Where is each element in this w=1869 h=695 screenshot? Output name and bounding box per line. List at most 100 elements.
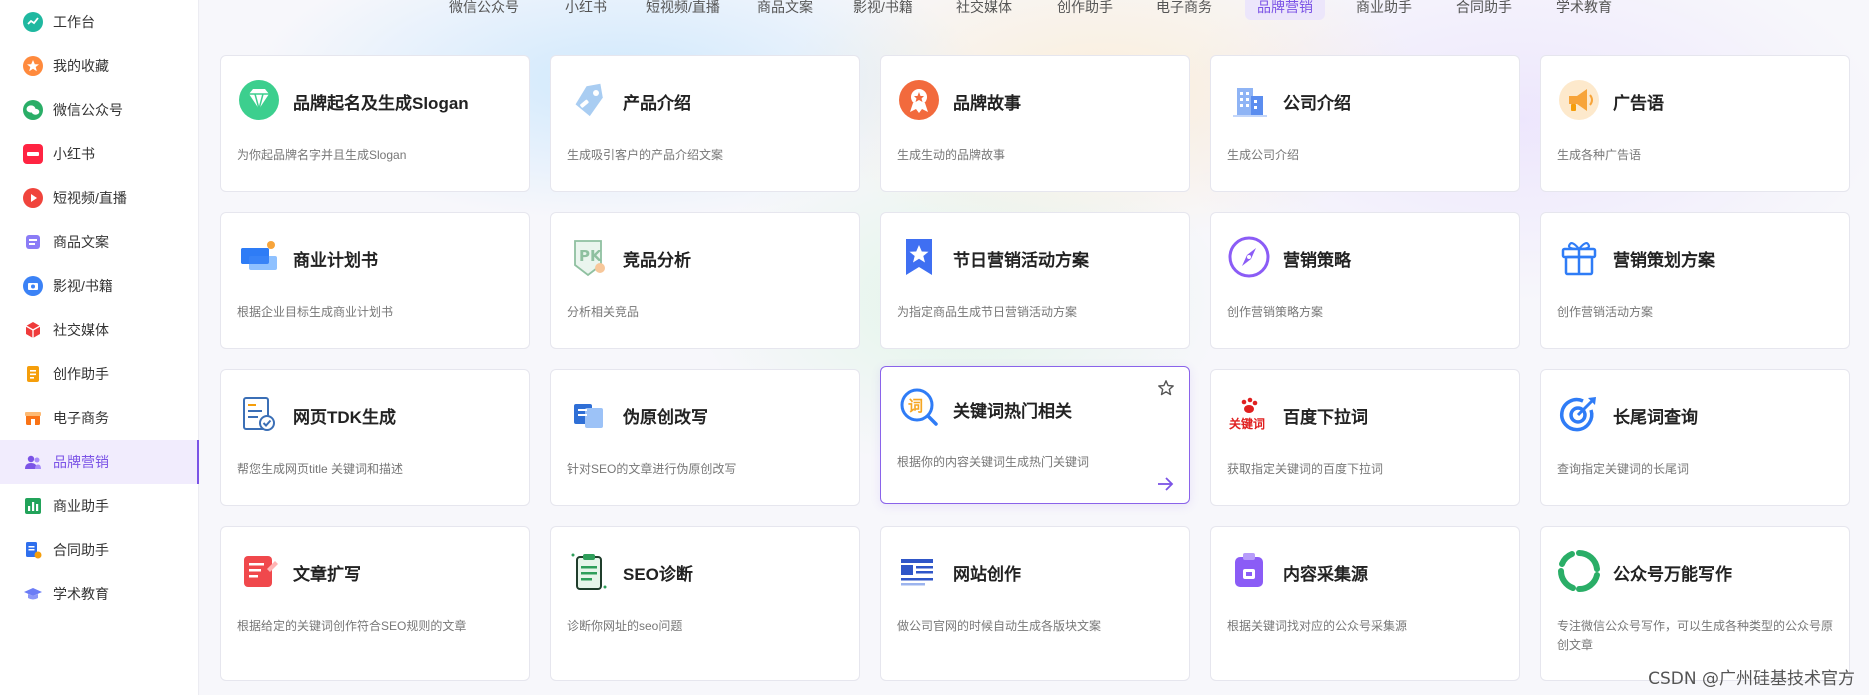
sidebar-item-label: 我的收藏 bbox=[53, 58, 109, 74]
card-description: 获取指定关键词的百度下拉词 bbox=[1227, 462, 1384, 476]
shop-icon bbox=[23, 408, 43, 428]
card-title: 竞品分析 bbox=[623, 251, 691, 270]
bar-chart-icon bbox=[23, 496, 43, 516]
card-description: 根据你的内容关键词生成热门关键词 bbox=[897, 455, 1090, 469]
svg-text:PK: PK bbox=[579, 247, 603, 265]
sidebar-item-business-assistant[interactable]: 商业助手 bbox=[0, 484, 199, 528]
users-icon bbox=[23, 452, 43, 472]
rewrite-icon bbox=[567, 392, 611, 436]
tool-card-long-tail-keywords[interactable]: 长尾词查询 查询指定关键词的长尾词 bbox=[1540, 369, 1850, 506]
sidebar-item-ecommerce[interactable]: 电子商务 bbox=[0, 396, 199, 440]
sidebar-item-short-video[interactable]: 短视频/直播 bbox=[0, 176, 199, 220]
search-word-icon: 词 bbox=[897, 385, 941, 429]
sidebar-item-label: 微信公众号 bbox=[53, 102, 123, 118]
tab-film-books[interactable]: 影视/书籍 bbox=[841, 0, 925, 20]
tool-card-marketing-strategy[interactable]: 营销策略 创作营销策略方案 bbox=[1210, 212, 1520, 349]
card-description: 根据给定的关键词创作符合SEO规则的文章 bbox=[237, 619, 467, 633]
sidebar-item-label: 短视频/直播 bbox=[53, 190, 127, 206]
wechat-write-icon bbox=[1557, 549, 1601, 593]
arrow-right-icon[interactable] bbox=[1155, 475, 1175, 493]
tab-ecommerce[interactable]: 电子商务 bbox=[1144, 0, 1224, 20]
tool-card-website-writing[interactable]: 网站创作 做公司官网的时候自动生成各版块文案 bbox=[880, 526, 1190, 681]
tab-short-video[interactable]: 短视频/直播 bbox=[634, 0, 732, 20]
card-description: 根据企业目标生成商业计划书 bbox=[237, 305, 394, 319]
tool-card-brand-story[interactable]: 品牌故事 生成生动的品牌故事 bbox=[880, 55, 1190, 192]
tool-card-brand-naming[interactable]: 品牌起名及生成Slogan 为你起品牌名字并且生成Slogan bbox=[220, 55, 530, 192]
tab-contract-assistant[interactable]: 合同助手 bbox=[1444, 0, 1524, 20]
card-description: 做公司官网的时候自动生成各版块文案 bbox=[897, 619, 1102, 633]
megaphone-icon bbox=[1557, 78, 1601, 122]
sidebar-item-label: 商业助手 bbox=[53, 498, 109, 514]
sidebar-item-social-media[interactable]: 社交媒体 bbox=[0, 308, 199, 352]
sidebar-item-wechat[interactable]: 微信公众号 bbox=[0, 88, 199, 132]
favorite-star-icon[interactable] bbox=[1157, 379, 1175, 397]
sidebar-item-label: 学术教育 bbox=[53, 586, 109, 602]
tool-card-tdk-generator[interactable]: 网页TDK生成 帮您生成网页title 关键词和描述 bbox=[220, 369, 530, 506]
target-icon bbox=[1557, 392, 1601, 436]
card-description: 针对SEO的文章进行伪原创改写 bbox=[567, 462, 737, 476]
card-description: 生成生动的品牌故事 bbox=[897, 148, 1006, 162]
tool-card-article-expansion[interactable]: 文章扩写 根据给定的关键词创作符合SEO规则的文章 bbox=[220, 526, 530, 681]
tab-creation-assistant[interactable]: 创作助手 bbox=[1045, 0, 1125, 20]
tool-card-business-plan[interactable]: 商业计划书 根据企业目标生成商业计划书 bbox=[220, 212, 530, 349]
tool-card-content-sources[interactable]: 内容采集源 根据关键词找对应的公众号采集源 bbox=[1210, 526, 1520, 681]
sidebar-item-workbench[interactable]: 工作台 bbox=[0, 0, 199, 44]
sidebar-item-film-books[interactable]: 影视/书籍 bbox=[0, 264, 199, 308]
tool-card-baidu-suggest[interactable]: 关键词 百度下拉词 获取指定关键词的百度下拉词 bbox=[1210, 369, 1520, 506]
tool-card-product-intro[interactable]: 产品介绍 生成吸引客户的产品介绍文案 bbox=[550, 55, 860, 192]
tab-social-media[interactable]: 社交媒体 bbox=[944, 0, 1024, 20]
tool-card-slogan[interactable]: 广告语 生成各种广告语 bbox=[1540, 55, 1850, 192]
sidebar-item-product-copy[interactable]: 商品文案 bbox=[0, 220, 199, 264]
gift-icon bbox=[1557, 235, 1601, 279]
sidebar-item-favorites[interactable]: 我的收藏 bbox=[0, 44, 199, 88]
sidebar-item-contract-assistant[interactable]: 合同助手 bbox=[0, 528, 199, 572]
tab-xiaohongshu[interactable]: 小红书 bbox=[553, 0, 619, 20]
tab-wechat[interactable]: 微信公众号 bbox=[437, 0, 531, 20]
tab-business-assistant[interactable]: 商业助手 bbox=[1344, 0, 1424, 20]
card-title: 公众号万能写作 bbox=[1613, 565, 1732, 584]
tag-icon bbox=[567, 78, 611, 122]
tab-product-copy[interactable]: 商品文案 bbox=[745, 0, 825, 20]
card-description: 诊断你网址的seo问题 bbox=[567, 619, 683, 633]
tab-academic[interactable]: 学术教育 bbox=[1544, 0, 1624, 20]
website-icon bbox=[897, 549, 941, 593]
sidebar-item-label: 电子商务 bbox=[53, 410, 109, 426]
sidebar-item-label: 社交媒体 bbox=[53, 322, 109, 338]
sidebar-item-label: 商品文案 bbox=[53, 234, 109, 250]
tool-card-competitor-analysis[interactable]: PK 竞品分析 分析相关竞品 bbox=[550, 212, 860, 349]
card-description: 分析相关竞品 bbox=[567, 305, 640, 319]
ribbon-star-icon bbox=[897, 235, 941, 279]
sidebar-item-brand-marketing[interactable]: 品牌营销 bbox=[0, 440, 199, 484]
tool-card-marketing-plan[interactable]: 营销策划方案 创作营销活动方案 bbox=[1540, 212, 1850, 349]
card-description: 创作营销活动方案 bbox=[1557, 305, 1654, 319]
tool-card-holiday-campaign[interactable]: 节日营销活动方案 为指定商品生成节日营销活动方案 bbox=[880, 212, 1190, 349]
tab-brand-marketing[interactable]: 品牌营销 bbox=[1245, 0, 1325, 20]
card-title: 节日营销活动方案 bbox=[953, 251, 1089, 270]
sidebar-item-label: 品牌营销 bbox=[53, 454, 109, 470]
diamond-icon bbox=[237, 78, 281, 122]
sidebar-item-label: 影视/书籍 bbox=[53, 278, 113, 294]
tool-card-wechat-writing[interactable]: 公众号万能写作 专注微信公众号写作，可以生成各种类型的公众号原创文章 bbox=[1540, 526, 1850, 681]
category-tabs: 微信公众号 小红书 短视频/直播 商品文案 影视/书籍 社交媒体 创作助手 电子… bbox=[200, 0, 1869, 22]
baidu-keyword-icon: 关键词 bbox=[1227, 392, 1271, 436]
card-title: 伪原创改写 bbox=[623, 408, 708, 427]
card-title: 公司介绍 bbox=[1283, 94, 1351, 113]
collect-icon bbox=[1227, 549, 1271, 593]
card-description: 生成吸引客户的产品介绍文案 bbox=[567, 148, 724, 162]
sidebar-item-xiaohongshu[interactable]: 小红书 bbox=[0, 132, 199, 176]
main-content: 微信公众号 小红书 短视频/直播 商品文案 影视/书籍 社交媒体 创作助手 电子… bbox=[200, 0, 1869, 695]
card-title: 百度下拉词 bbox=[1283, 408, 1368, 427]
sidebar-item-label: 创作助手 bbox=[53, 366, 109, 382]
plan-icon bbox=[237, 235, 281, 279]
tool-card-pseudo-original-rewrite[interactable]: 伪原创改写 针对SEO的文章进行伪原创改写 bbox=[550, 369, 860, 506]
card-title: SEO诊断 bbox=[623, 565, 693, 584]
card-title: 产品介绍 bbox=[623, 94, 691, 113]
card-title: 长尾词查询 bbox=[1613, 408, 1698, 427]
sidebar-item-label: 小红书 bbox=[53, 146, 95, 162]
card-title: 营销策略 bbox=[1283, 251, 1351, 270]
tool-card-company-intro[interactable]: 公司介绍 生成公司介绍 bbox=[1210, 55, 1520, 192]
tool-card-seo-diagnosis[interactable]: SEO诊断 诊断你网址的seo问题 bbox=[550, 526, 860, 681]
sidebar-item-creation-assistant[interactable]: 创作助手 bbox=[0, 352, 199, 396]
sidebar-item-academic[interactable]: 学术教育 bbox=[0, 572, 199, 616]
tool-card-hot-keywords[interactable]: 词 关键词热门相关 根据你的内容关键词生成热门关键词 bbox=[880, 366, 1190, 504]
